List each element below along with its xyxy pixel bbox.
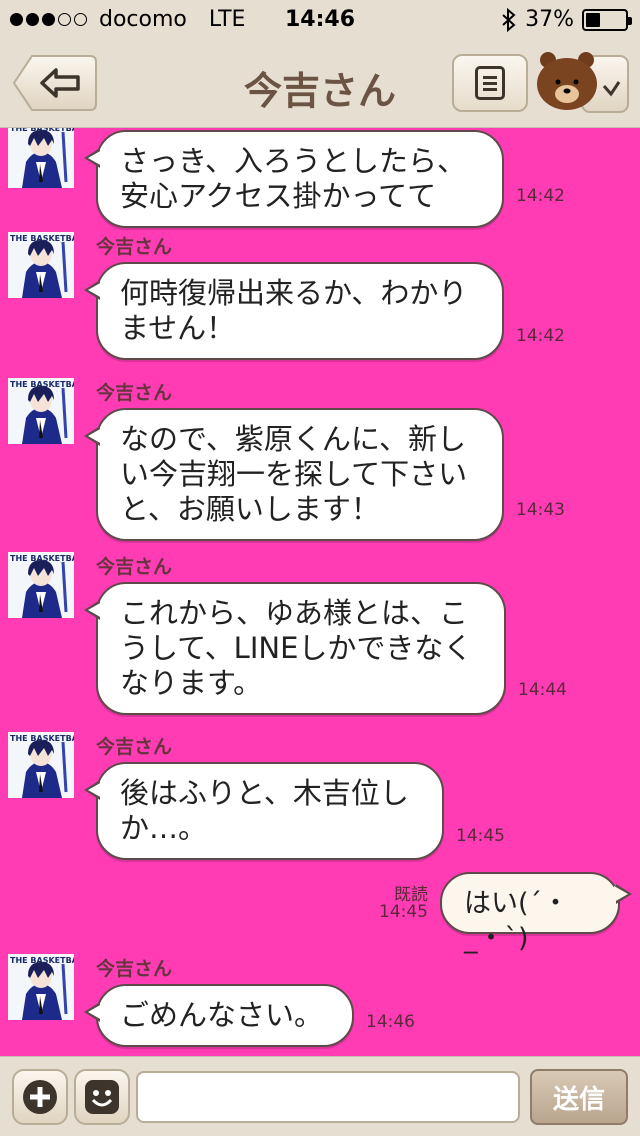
outgoing-bubble[interactable]: はい(´・_・`)	[440, 872, 632, 954]
message-time: 14:44	[518, 680, 567, 700]
sender-avatar[interactable]: THE BASKETBALL	[8, 378, 74, 444]
emoji-button[interactable]	[74, 1069, 130, 1125]
menu-button[interactable]	[452, 54, 528, 112]
sender-avatar[interactable]: THE BASKETBALL	[8, 128, 74, 188]
message-input[interactable]	[136, 1071, 520, 1123]
message-bubble[interactable]: さっき、入ろうとしたら、 安心アクセス掛かってて	[84, 130, 504, 228]
message-bubble[interactable]: 何時復帰出来るか、わかり ません！	[84, 262, 504, 360]
sender-name: 今吉さん	[96, 736, 173, 758]
sticker-button[interactable]	[534, 46, 632, 120]
message-time: 14:42	[516, 326, 565, 346]
status-bar: docomo LTE 14:46 37%	[0, 0, 640, 40]
sender-name: 今吉さん	[96, 382, 173, 404]
bluetooth-icon	[502, 7, 516, 32]
message-bubble[interactable]: なので、紫原くんに、新し い今吉翔一を探して下さい と、お願いします！	[84, 408, 504, 541]
sender-avatar[interactable]: THE BASKETBALL	[8, 732, 74, 798]
status-right: 37%	[501, 7, 632, 32]
sender-avatar[interactable]: THE BASKETBALL	[8, 954, 74, 1020]
sender-name: 今吉さん	[96, 958, 173, 980]
message-time: 14:46	[366, 1012, 415, 1032]
message-bubble[interactable]: ごめんなさい。	[84, 984, 354, 1047]
list-menu-icon	[475, 66, 505, 100]
message-bubble[interactable]: これから、ゆあ様とは、こ うして、LINEしかできなく なります。	[84, 582, 506, 715]
message-time: 14:45	[456, 826, 505, 846]
message-bubble[interactable]: 後はふりと、木吉位し か…。	[84, 762, 444, 860]
send-button[interactable]: 送信	[530, 1069, 628, 1125]
input-bar: 送信	[0, 1056, 640, 1136]
sender-avatar[interactable]: THE BASKETBALL	[8, 232, 74, 298]
battery-percent: 37%	[525, 7, 574, 32]
sender-name: 今吉さん	[96, 236, 173, 258]
brown-bear-icon	[537, 52, 629, 113]
message-time: 14:42	[516, 186, 565, 206]
message-time: 14:43	[516, 500, 565, 520]
smiley-icon	[85, 1080, 119, 1114]
sender-avatar[interactable]: THE BASKETBALL	[8, 552, 74, 618]
chat-area[interactable]: THE BASKETBALL さっき、入ろうとしたら、 安心アクセス掛かってて 1…	[0, 128, 640, 1056]
plus-icon	[23, 1080, 57, 1114]
outgoing-time: 14:45	[379, 902, 428, 922]
battery-icon	[582, 8, 632, 31]
add-button[interactable]	[12, 1069, 68, 1125]
chat-header: 今吉さん	[0, 40, 640, 128]
sender-name: 今吉さん	[96, 556, 173, 578]
